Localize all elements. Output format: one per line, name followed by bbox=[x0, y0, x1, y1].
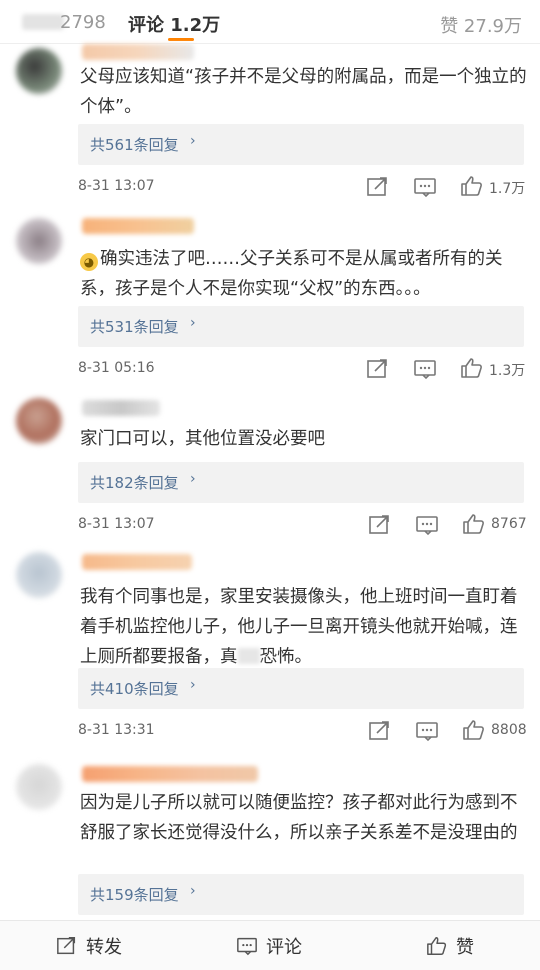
tab-comments[interactable]: 评论 1.2万 bbox=[128, 11, 220, 37]
replies-link[interactable]: 共410条回复 › bbox=[78, 668, 524, 709]
comments-header: 2798 评论 1.2万 赞 27.9万 bbox=[0, 0, 540, 44]
share-icon[interactable] bbox=[366, 176, 390, 198]
like-label: 赞 bbox=[456, 937, 474, 958]
share-icon[interactable] bbox=[368, 720, 392, 742]
thumbs-up-icon[interactable] bbox=[460, 175, 484, 197]
comment-icon[interactable] bbox=[415, 720, 439, 742]
comment-label: 评论 bbox=[266, 937, 302, 958]
replies-count: 共159条回复 bbox=[90, 886, 179, 904]
avatar[interactable] bbox=[16, 552, 62, 598]
repost-label: 转发 bbox=[86, 937, 122, 958]
like-count: 1.7万 bbox=[489, 181, 526, 197]
replies-count: 共531条回复 bbox=[90, 318, 179, 336]
comment-icon bbox=[237, 937, 257, 956]
comment-text: 父母应该知道“孩子并不是父母的附属品，而是一个独立的个体”。 bbox=[80, 67, 527, 117]
replies-count: 共561条回复 bbox=[90, 136, 179, 154]
chevron-right-icon: › bbox=[190, 471, 196, 487]
avatar[interactable] bbox=[16, 218, 62, 264]
replies-link[interactable]: 共159条回复 › bbox=[78, 874, 524, 915]
comment-item: 我有个同事也是，家里安装摄像头，他上班时间一直盯着着手机监控他儿子，他儿子一旦离… bbox=[0, 540, 540, 754]
like-count: 8767 bbox=[491, 516, 527, 532]
tab-reposts[interactable]: 2798 bbox=[60, 12, 106, 33]
username-blurred[interactable] bbox=[82, 554, 192, 570]
avatar[interactable] bbox=[16, 764, 62, 810]
comment-text: 因为是儿子所以就可以随便监控？孩子都对此行为感到不舒服了家长还觉得没什么，所以亲… bbox=[80, 793, 518, 843]
blurred-reposts-prefix bbox=[22, 14, 64, 30]
chevron-right-icon: › bbox=[190, 133, 196, 149]
replies-link[interactable]: 共182条回复 › bbox=[78, 462, 524, 503]
like-count: 8808 bbox=[491, 722, 527, 738]
replies-link[interactable]: 共531条回复 › bbox=[78, 306, 524, 347]
like-count: 1.3万 bbox=[489, 363, 526, 379]
bottom-action-bar: 转发 评论 赞 bbox=[0, 920, 540, 970]
thumbs-up-icon bbox=[427, 937, 447, 955]
share-icon[interactable] bbox=[366, 358, 390, 380]
comment-timestamp: 8-31 13:07 bbox=[78, 178, 155, 194]
comment-timestamp: 8-31 13:31 bbox=[78, 722, 155, 738]
avatar[interactable] bbox=[16, 48, 62, 94]
comment-timestamp: 8-31 13:07 bbox=[78, 516, 155, 532]
avatar[interactable] bbox=[16, 398, 62, 444]
cat-face-emoji-icon: ◕ bbox=[80, 253, 98, 271]
comment-icon[interactable] bbox=[413, 358, 437, 380]
chevron-right-icon: › bbox=[190, 677, 196, 693]
comment-button[interactable]: 评论 bbox=[236, 921, 302, 970]
comment-timestamp: 8-31 05:16 bbox=[78, 360, 155, 376]
comment-icon[interactable] bbox=[413, 176, 437, 198]
comment-text: 我有个同事也是，家里安装摄像头，他上班时间一直盯着着手机监控他儿子，他儿子一旦离… bbox=[80, 582, 528, 672]
comment-icon[interactable] bbox=[415, 514, 439, 536]
like-button[interactable]: 赞 bbox=[426, 921, 474, 970]
comment-item: 父母应该知道“孩子并不是父母的附属品，而是一个独立的个体”。 共561条回复 ›… bbox=[0, 44, 540, 204]
username-blurred[interactable] bbox=[82, 766, 258, 782]
chevron-right-icon: › bbox=[190, 315, 196, 331]
comment-text-tail: 恐怖。 bbox=[259, 647, 313, 667]
comment-item: ◕ 确实违法了吧……父子关系可不是从属或者所有的关系，孩子是个人不是你实现“父权”… bbox=[0, 204, 540, 384]
active-tab-indicator bbox=[168, 38, 194, 41]
username-blurred[interactable] bbox=[82, 400, 160, 416]
comment-text: 家门口可以，其他位置没必要吧 bbox=[80, 429, 325, 449]
replies-count: 共410条回复 bbox=[90, 680, 179, 698]
share-icon[interactable] bbox=[368, 514, 392, 536]
username-blurred[interactable] bbox=[82, 218, 194, 234]
thumbs-up-icon[interactable] bbox=[460, 357, 484, 379]
replies-count: 共182条回复 bbox=[90, 474, 179, 492]
comment-text: ◕ 确实违法了吧……父子关系可不是从属或者所有的关系，孩子是个人不是你实现“父权”… bbox=[80, 244, 528, 304]
replies-link[interactable]: 共561条回复 › bbox=[78, 124, 524, 165]
comment-item: 家门口可以，其他位置没必要吧 共182条回复 › 8-31 13:07 8767 bbox=[0, 384, 540, 540]
censored-text bbox=[237, 648, 260, 664]
tab-likes[interactable]: 赞 27.9万 bbox=[440, 12, 522, 38]
comment-item: 因为是儿子所以就可以随便监控？孩子都对此行为感到不舒服了家长还觉得没什么，所以亲… bbox=[0, 754, 540, 920]
username-blurred[interactable] bbox=[82, 44, 194, 60]
chevron-right-icon: › bbox=[190, 883, 196, 899]
thumbs-up-icon[interactable] bbox=[462, 513, 486, 535]
share-icon bbox=[57, 937, 76, 955]
comment-text-content: 确实违法了吧……父子关系可不是从属或者所有的关系，孩子是个人不是你实现“父权”的… bbox=[80, 249, 503, 299]
repost-button[interactable]: 转发 bbox=[56, 921, 122, 970]
thumbs-up-icon[interactable] bbox=[462, 719, 486, 741]
